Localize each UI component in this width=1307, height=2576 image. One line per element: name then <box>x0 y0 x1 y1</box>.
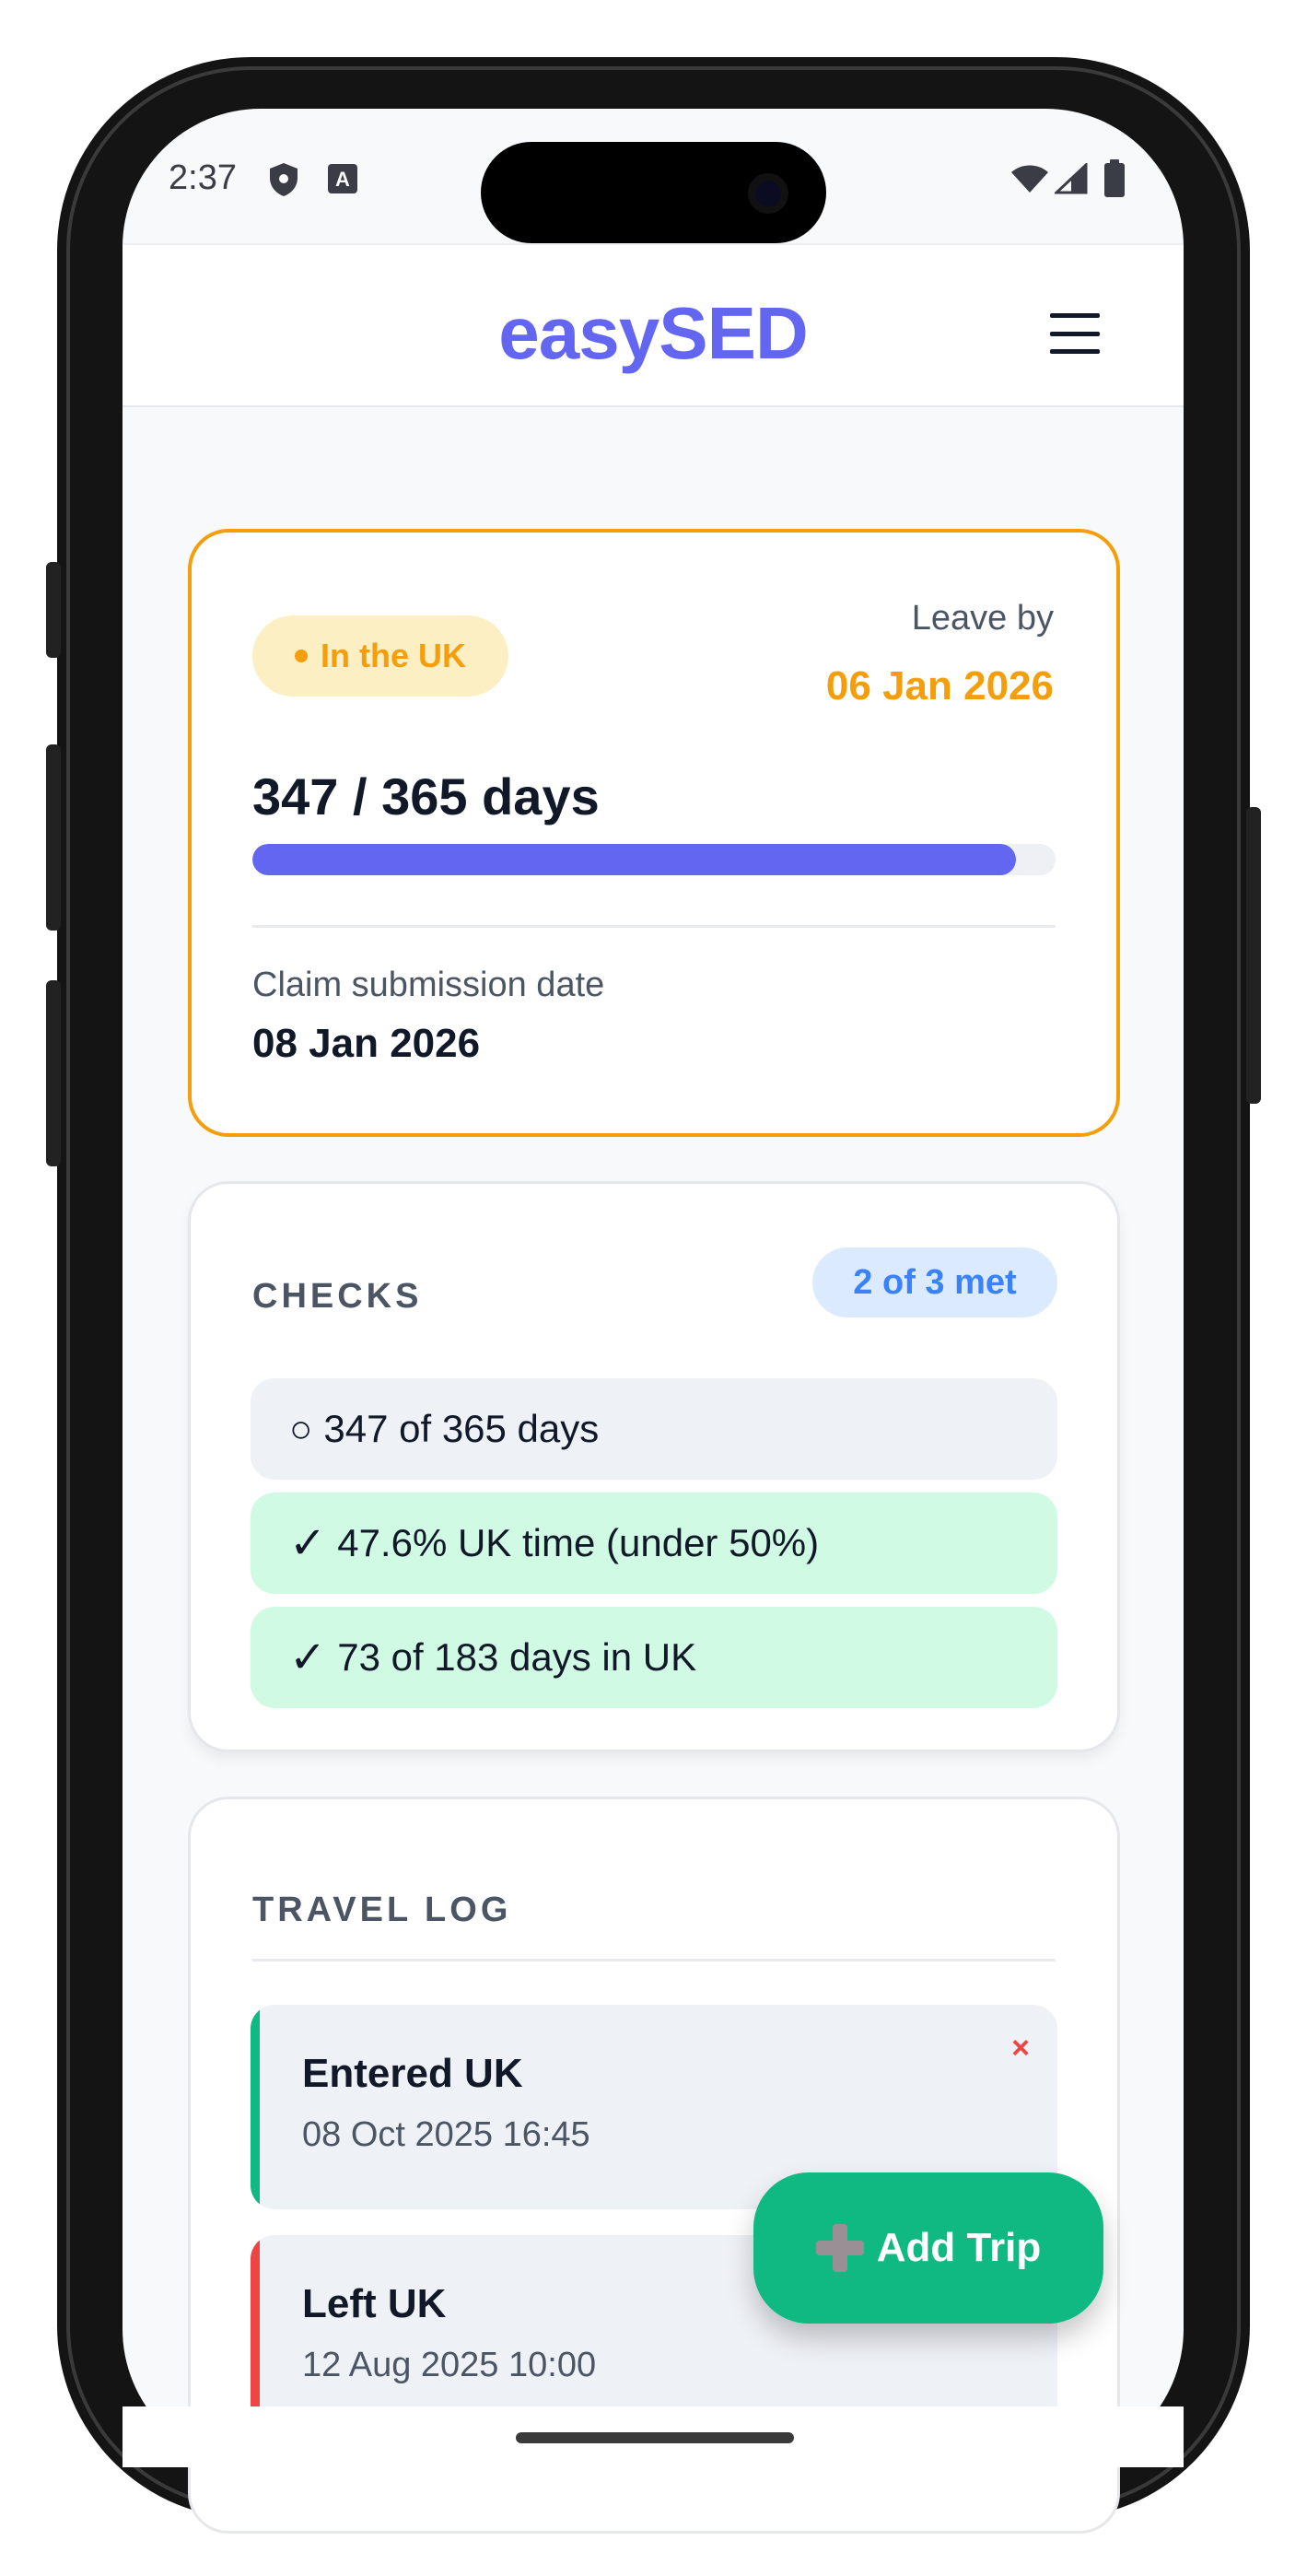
check-item-183-days: ✓ 73 of 183 days in UK <box>251 1607 1057 1708</box>
app-logo[interactable]: easySED <box>123 291 1184 376</box>
home-indicator[interactable] <box>516 2432 794 2443</box>
entry-time: 08 Oct 2025 16:45 <box>302 2115 590 2154</box>
entry-time: 12 Aug 2025 10:00 <box>302 2346 597 2384</box>
travel-log-divider <box>252 1959 1056 1961</box>
check-item-text: 47.6% UK time (under 50%) <box>337 1521 820 1564</box>
check-item-text: 73 of 183 days in UK <box>337 1635 697 1679</box>
front-camera <box>748 173 788 214</box>
days-progress-fill <box>252 844 1016 875</box>
leave-by-date: 06 Jan 2026 <box>825 663 1054 708</box>
a-letter-icon: A <box>326 162 359 195</box>
shield-icon <box>267 160 300 199</box>
checkmark-icon: ✓ <box>289 1519 327 1568</box>
add-trip-button[interactable]: Add Trip <box>753 2172 1103 2324</box>
checks-met-badge: 2 of 3 met <box>812 1247 1057 1317</box>
circle-icon: ○ <box>289 1407 313 1450</box>
app-header: easySED <box>123 243 1184 407</box>
check-item-uk-time: ✓ 47.6% UK time (under 50%) <box>251 1493 1057 1594</box>
status-dot-icon <box>295 650 308 662</box>
phone-volume-down-button <box>46 980 61 1166</box>
days-progress-bar <box>252 844 1056 875</box>
phone-action-button <box>46 562 61 658</box>
days-count: 347 / 365 days <box>252 767 600 825</box>
phone-power-button <box>1246 807 1261 1104</box>
battery-icon <box>1102 158 1127 199</box>
check-item-days: ○ 347 of 365 days <box>251 1378 1057 1480</box>
entry-indicator-green <box>251 2005 260 2209</box>
checkmark-icon: ✓ <box>289 1633 327 1682</box>
check-item-text: 347 of 365 days <box>323 1407 600 1450</box>
hamburger-menu-icon[interactable] <box>1050 308 1100 359</box>
add-trip-label: Add Trip <box>876 2225 1042 2270</box>
location-status-badge: In the UK <box>252 615 508 697</box>
checks-title: CHECKS <box>252 1277 423 1316</box>
claim-date-value: 08 Jan 2026 <box>252 1021 481 1066</box>
signal-icon <box>1054 162 1089 195</box>
wifi-icon <box>1009 162 1050 195</box>
svg-text:A: A <box>335 168 350 191</box>
entry-title: Entered UK <box>302 2051 523 2096</box>
travel-log-title: TRAVEL LOG <box>252 1891 512 1929</box>
claim-date-label: Claim submission date <box>252 966 605 1004</box>
location-status-label: In the UK <box>321 637 466 674</box>
phone-volume-up-button <box>46 744 61 931</box>
entry-title: Left UK <box>302 2281 447 2326</box>
status-time: 2:37 <box>169 158 237 197</box>
plus-icon <box>815 2224 864 2272</box>
leave-by-label: Leave by <box>911 599 1054 638</box>
status-divider <box>252 925 1056 928</box>
delete-icon[interactable]: × <box>1011 2031 1030 2067</box>
